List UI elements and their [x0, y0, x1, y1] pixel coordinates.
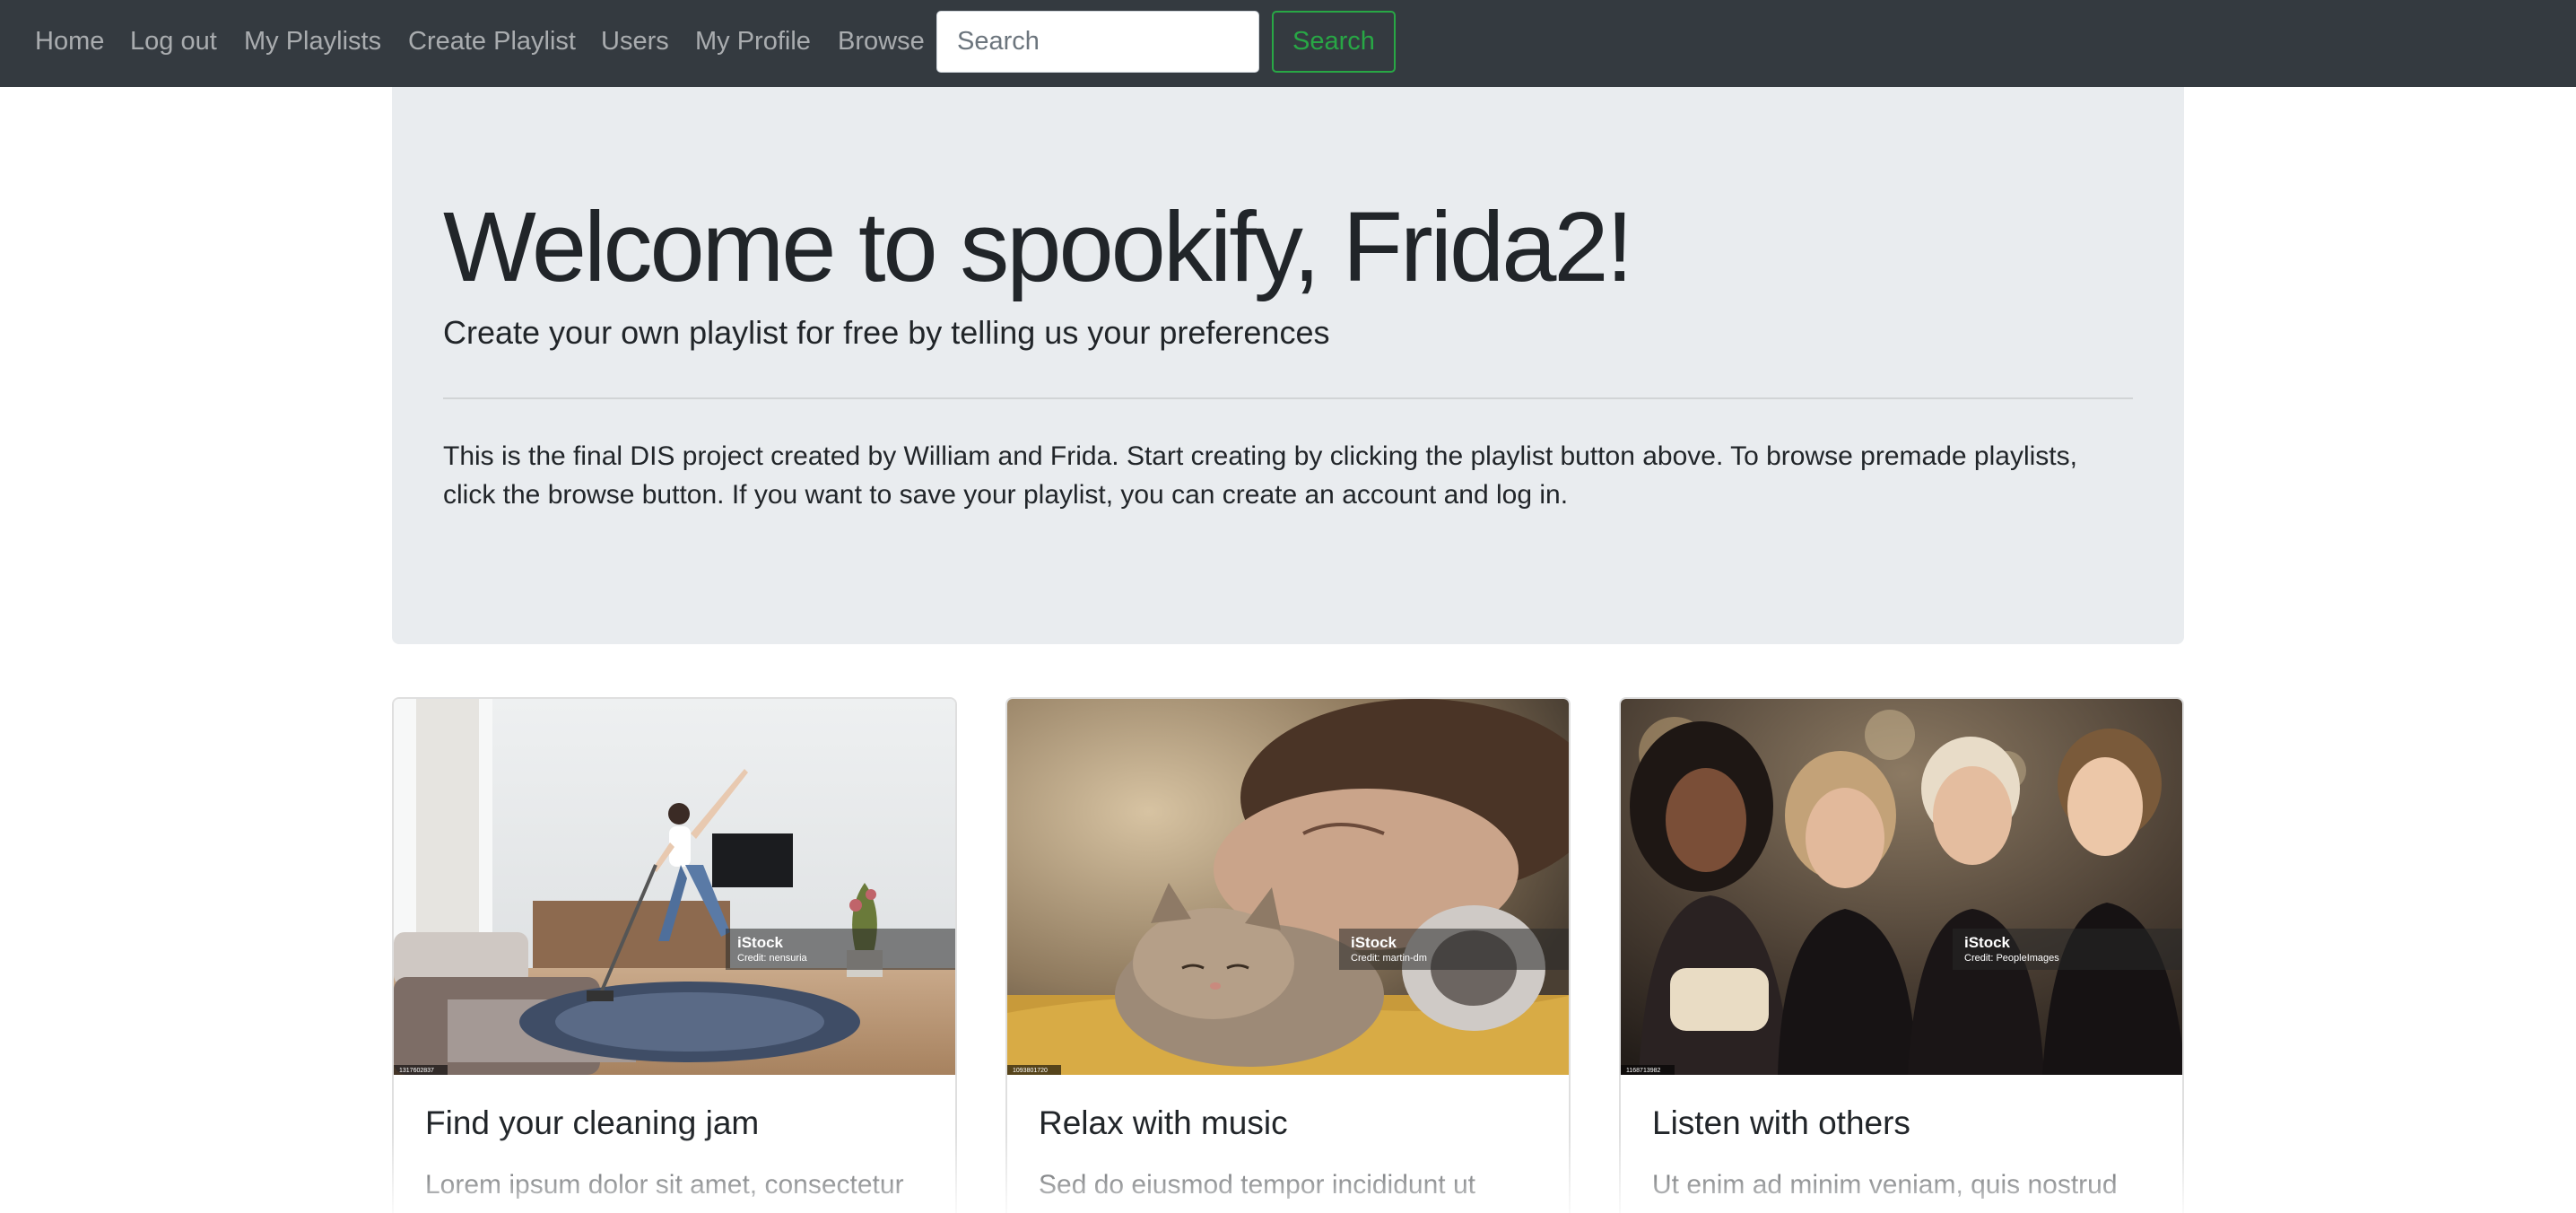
card-text: Sed do eiusmod tempor incididunt ut labo… — [1039, 1170, 1475, 1213]
istock-watermark: iStock — [737, 934, 784, 951]
image-id: 1168713982 — [1626, 1068, 1661, 1074]
card-text: Ut enim ad minim veniam, quis nostrud ex… — [1652, 1170, 2118, 1213]
card-title: Relax with music — [1039, 1104, 1288, 1141]
card-relax: iStock Credit: martin-dm 1093801720 Rela… — [1005, 697, 1571, 1213]
nav-my-playlists-link[interactable]: My Playlists — [244, 25, 381, 57]
divider — [443, 397, 2133, 399]
card-image-cleaning: iStock Credit: nensuria 1317602837 — [394, 699, 955, 1075]
image-id: 1317602837 — [399, 1068, 434, 1074]
card-cleaning: iStock Credit: nensuria 1317602837 Find … — [392, 697, 957, 1213]
search-input[interactable] — [936, 11, 1259, 73]
image-credit: Credit: PeopleImages — [1964, 953, 2059, 964]
nav-users-link[interactable]: Users — [601, 25, 669, 57]
nav-home-link[interactable]: Home — [35, 25, 104, 57]
card-image-relax: iStock Credit: martin-dm 1093801720 — [1007, 699, 1569, 1075]
istock-watermark: iStock — [1964, 934, 2011, 951]
card-text: Lorem ipsum dolor sit amet, consectetur … — [425, 1170, 904, 1213]
image-credit: Credit: nensuria — [737, 953, 808, 964]
welcome-lead-text: Create your own playlist for free by tel… — [443, 314, 1330, 351]
nav-my-profile-link[interactable]: My Profile — [695, 25, 811, 57]
nav-browse-link[interactable]: Browse — [838, 25, 925, 57]
welcome-jumbotron: Welcome to spookify, Frida2! Create your… — [392, 87, 2184, 644]
nav-create-playlist-link[interactable]: Create Playlist — [408, 25, 576, 57]
project-description: This is the final DIS project created by… — [443, 441, 2077, 510]
card-title: Find your cleaning jam — [425, 1104, 760, 1141]
card-title: Listen with others — [1652, 1104, 1910, 1141]
top-navbar: Home Log out My Playlists Create Playlis… — [0, 0, 2576, 87]
card-listen: iStock Credit: PeopleImages 1168713982 L… — [1619, 697, 2184, 1213]
welcome-heading: Welcome to spookify, Frida2! — [443, 192, 1633, 302]
nav-logout-link[interactable]: Log out — [130, 25, 217, 57]
istock-watermark: iStock — [1351, 934, 1397, 951]
card-image-listen: iStock Credit: PeopleImages 1168713982 — [1621, 699, 2182, 1075]
image-credit: Credit: martin-dm — [1351, 953, 1427, 964]
image-id: 1093801720 — [1013, 1068, 1048, 1074]
search-button[interactable]: Search — [1272, 11, 1396, 73]
